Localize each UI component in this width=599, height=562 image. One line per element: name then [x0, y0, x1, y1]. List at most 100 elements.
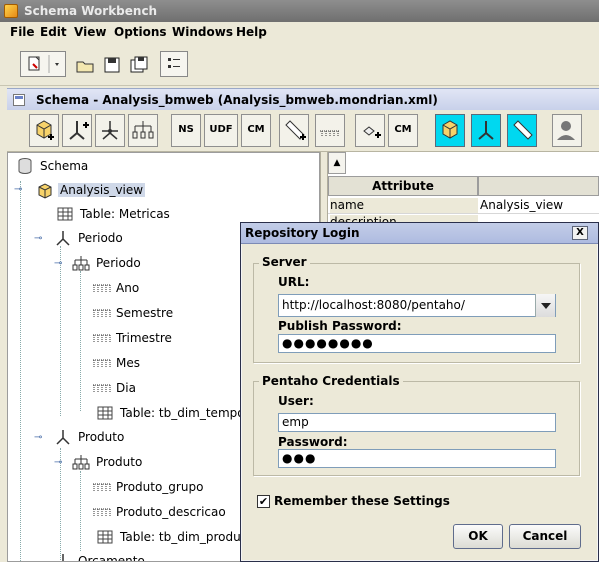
- menu-view[interactable]: View: [74, 25, 106, 39]
- tree-node-label: Produto: [78, 430, 125, 444]
- new-file-icon: [28, 55, 59, 73]
- level-icon: [93, 284, 111, 293]
- remember-settings-checkbox[interactable]: ✔: [257, 495, 270, 508]
- preferences-button[interactable]: [160, 51, 188, 77]
- menu-file[interactable]: File: [10, 25, 35, 39]
- level-icon: [93, 384, 111, 393]
- cube-icon: [38, 183, 52, 199]
- save-as-button[interactable]: [128, 54, 150, 76]
- tree-node-label: Analysis_view: [58, 183, 146, 197]
- level-icon: [93, 508, 111, 517]
- list-icon: [168, 58, 180, 68]
- schema-frame-titlebar: Schema - Analysis_bmweb (Analysis_bmweb.…: [7, 88, 599, 110]
- close-icon: X: [576, 227, 584, 238]
- dimension-icon: [69, 121, 89, 140]
- tree-node-label: Dia: [116, 381, 136, 395]
- user-field[interactable]: emp: [278, 413, 556, 432]
- save-as-icon: [130, 56, 148, 73]
- table-icon: [97, 530, 113, 544]
- add-measure-button[interactable]: [279, 114, 309, 147]
- tree-node-cube[interactable]: Analysis_view: [36, 181, 296, 201]
- schema-frame-title: Schema - Analysis_bmweb (Analysis_bmweb.…: [36, 93, 438, 107]
- user-role-icon: [557, 121, 575, 140]
- url-combobox[interactable]: http://localhost:8080/pentaho/: [278, 294, 556, 317]
- attribute-row[interactable]: name Analysis_view: [328, 197, 599, 214]
- level-icon: [93, 309, 111, 318]
- checkmark-icon: ✔: [258, 495, 269, 508]
- add-level-button[interactable]: [315, 114, 345, 147]
- cut-button[interactable]: [435, 114, 465, 147]
- expand-toggle-icon[interactable]: ⊸: [54, 258, 62, 269]
- table-icon: [97, 406, 113, 420]
- add-named-set-button[interactable]: NS: [171, 114, 201, 147]
- add-calculated-member-button[interactable]: CM: [241, 114, 271, 147]
- menu-edit[interactable]: Edit: [40, 25, 67, 39]
- level-icon: [320, 130, 340, 137]
- dimension-icon: [56, 231, 70, 246]
- credentials-group-title: Pentaho Credentials: [259, 374, 403, 388]
- cube-cut-icon: [442, 120, 458, 139]
- hierarchy-icon: [132, 121, 154, 139]
- tree-node-label: Produto_grupo: [116, 480, 204, 494]
- expand-toggle-icon[interactable]: ⊸: [14, 184, 22, 195]
- database-icon: [18, 158, 32, 174]
- tree-node-schema[interactable]: Schema: [16, 157, 216, 177]
- cm-property-label: CM: [394, 124, 412, 135]
- dimension-icon: [56, 430, 70, 445]
- menu-bar: File Edit View Options Windows Help: [0, 22, 599, 42]
- add-property-button[interactable]: [355, 114, 385, 147]
- expand-toggle-icon[interactable]: ⊸: [54, 457, 62, 468]
- password-field[interactable]: ●●●: [278, 449, 556, 468]
- hierarchy-icon: [72, 256, 90, 271]
- window-title: Schema Workbench: [24, 4, 158, 18]
- udf-label: UDF: [209, 124, 233, 135]
- dimension-copy-icon: [478, 121, 494, 140]
- save-disk-icon: [104, 57, 120, 73]
- level-icon: [93, 483, 111, 492]
- add-udf-button[interactable]: UDF: [204, 114, 238, 147]
- open-folder-icon: [76, 61, 94, 73]
- expand-toggle-icon[interactable]: ⊸: [34, 233, 42, 244]
- add-cm-property-button[interactable]: CM: [388, 114, 418, 147]
- cube-icon: [36, 120, 54, 140]
- ok-label: OK: [468, 529, 488, 543]
- menu-help[interactable]: Help: [236, 25, 267, 39]
- collapse-arrow-button[interactable]: ▲: [328, 152, 346, 174]
- close-button[interactable]: X: [572, 226, 588, 240]
- remember-settings-label: Remember these Settings: [274, 494, 450, 508]
- add-dimension-button[interactable]: [62, 114, 92, 147]
- copy-button[interactable]: [471, 114, 501, 147]
- url-label: URL:: [278, 275, 310, 289]
- attribute-column-header: Attribute: [328, 176, 478, 196]
- tree-node-label: Mes: [116, 356, 140, 370]
- menu-windows[interactable]: Windows: [172, 25, 233, 39]
- add-cube-button[interactable]: [29, 114, 59, 147]
- save-button[interactable]: [101, 54, 123, 76]
- main-toolbar: [0, 42, 599, 86]
- publish-password-field[interactable]: ●●●●●●●●: [278, 334, 556, 353]
- ok-button[interactable]: OK: [453, 524, 503, 549]
- add-role-button[interactable]: [552, 114, 582, 147]
- table-icon: [57, 207, 73, 221]
- paste-button[interactable]: [507, 114, 537, 147]
- open-button[interactable]: [74, 54, 96, 76]
- new-dropdown-button[interactable]: [20, 51, 66, 77]
- user-label: User:: [278, 394, 314, 408]
- cancel-button[interactable]: Cancel: [509, 524, 581, 549]
- level-icon: [93, 334, 111, 343]
- ruler-paste-icon: [513, 120, 533, 140]
- tree-node-label: Table: tb_dim_tempo: [120, 406, 245, 420]
- chevron-down-icon[interactable]: [535, 294, 555, 317]
- dimension-usage-icon: [102, 121, 118, 140]
- attribute-value[interactable]: Analysis_view: [480, 198, 563, 213]
- add-hierarchy-button[interactable]: [128, 114, 158, 147]
- url-value: http://localhost:8080/pentaho/: [282, 298, 465, 312]
- tree-node-label: Table: Metricas: [80, 207, 170, 221]
- menu-options[interactable]: Options: [114, 25, 167, 39]
- expand-toggle-icon[interactable]: ⊸: [34, 432, 42, 443]
- add-dimension-usage-button[interactable]: [95, 114, 125, 147]
- app-icon: [4, 4, 18, 18]
- cancel-label: Cancel: [522, 529, 568, 543]
- tree-node-label: Table: tb_dim_produto: [120, 530, 253, 544]
- tree-node-label: Schema: [40, 159, 89, 173]
